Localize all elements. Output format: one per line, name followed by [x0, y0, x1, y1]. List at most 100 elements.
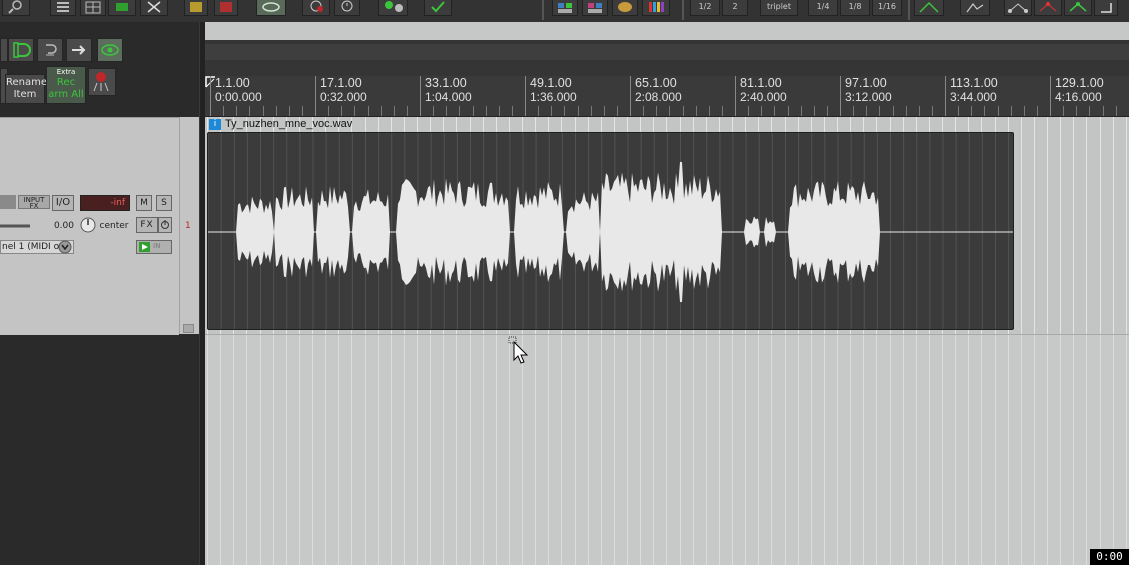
envelope-line-icon[interactable]: [914, 0, 944, 16]
metronome-red-icon[interactable]: [214, 0, 238, 16]
ruler-tick: [1063, 106, 1065, 116]
color-bars-icon[interactable]: [642, 0, 670, 16]
ruler-tick: [511, 106, 513, 116]
ruler-bar-label: 17.1.00: [320, 76, 362, 90]
ruler-tick: [341, 106, 343, 116]
grid-2-button[interactable]: 2: [722, 0, 748, 16]
list-icon[interactable]: [50, 0, 76, 16]
envelope-shape-icon[interactable]: [960, 0, 990, 16]
clock-icon[interactable]: [334, 0, 360, 16]
ruler-tick: [590, 106, 592, 116]
rec-arm-all-button[interactable]: Extra Rec arm All: [46, 66, 86, 104]
color-grid-icon[interactable]: [552, 0, 578, 16]
ruler-tick: [800, 106, 802, 116]
envelope-red-icon[interactable]: [1034, 0, 1062, 16]
eye-green-icon[interactable]: [97, 38, 123, 62]
ruler-marker-line: [1050, 76, 1051, 116]
grid-eighth-button[interactable]: 1/8: [840, 0, 870, 16]
ruler-bar-label: 1.1.00: [215, 76, 250, 90]
rename-item-button[interactable]: Rename Item: [5, 74, 47, 104]
color-grid-2-icon[interactable]: [582, 0, 608, 16]
record-arm-partial[interactable]: [0, 195, 16, 209]
info-green-icon[interactable]: [378, 0, 408, 16]
timeline-ruler[interactable]: 1.1.00 0:00.000 17.1.00 0:32.000 33.1.00 1:04…: [205, 76, 1129, 117]
chevron-down-icon[interactable]: [58, 240, 72, 254]
ruler-time-label: 0:00.000: [215, 90, 262, 104]
extra-label: Extra: [56, 68, 76, 76]
ruler-marker-line: [735, 76, 736, 116]
zoom-icon[interactable]: [2, 0, 30, 16]
ruler-tick: [1036, 106, 1038, 116]
grid-sixteenth-button[interactable]: 1/16: [872, 0, 902, 16]
ruler-tick: [879, 106, 881, 116]
ruler-tick: [826, 106, 828, 116]
ruler-tick: [656, 106, 658, 116]
item-info-icon[interactable]: i: [209, 119, 221, 130]
ruler-tick: [223, 106, 225, 116]
time-display: 0:00: [1090, 549, 1129, 565]
resize-handle[interactable]: [183, 324, 194, 333]
envelope-green-icon[interactable]: [1064, 0, 1092, 16]
toolbar-separator: [542, 0, 544, 20]
level-meter: -inf: [80, 195, 130, 211]
ruler-time-label: 1:04.000: [425, 90, 472, 104]
ruler-tick: [931, 106, 933, 116]
ruler-tick: [682, 106, 684, 116]
snap-green-icon[interactable]: [108, 0, 136, 16]
ruler-tick: [301, 106, 303, 116]
ripple-icon[interactable]: [256, 0, 286, 16]
input-monitor-button[interactable]: IN: [136, 240, 172, 254]
solo-button[interactable]: S: [156, 195, 172, 211]
ruler-tick: [249, 106, 251, 116]
main-toolbar: 1/2 2 triplet 1/4 1/8 1/16: [0, 0, 1129, 23]
corner-icon[interactable]: [1094, 0, 1118, 16]
ruler-time-label: 3:44.000: [950, 90, 997, 104]
ruler-bar-label: 129.1.00: [1055, 76, 1104, 90]
ruler-tick: [406, 106, 408, 116]
check-icon[interactable]: [424, 0, 452, 16]
envelope-points-icon[interactable]: [1004, 0, 1032, 16]
envelope-icon[interactable]: [184, 0, 208, 16]
mouse-cursor-icon: [508, 336, 529, 364]
pan-knob-icon[interactable]: [80, 217, 96, 233]
ruler-tick: [275, 106, 277, 116]
grid-quarter-button[interactable]: 1/4: [808, 0, 838, 16]
empty-area[interactable]: [205, 335, 1129, 565]
volume-slider[interactable]: [0, 219, 30, 233]
fx-button[interactable]: FX: [136, 217, 158, 233]
partial-button[interactable]: [0, 38, 8, 62]
ruler-tick: [708, 106, 710, 116]
ruler-tick: [669, 106, 671, 116]
ruler-tick: [1076, 106, 1078, 116]
scissors-icon[interactable]: [140, 0, 168, 16]
ruler-tick: [761, 106, 763, 116]
ruler-marker-line: [315, 76, 316, 116]
grid-half-button[interactable]: 1/2: [690, 0, 720, 16]
record-arm-icon[interactable]: [88, 68, 116, 96]
ruler-bar-label: 97.1.00: [845, 76, 887, 90]
media-item[interactable]: [207, 132, 1014, 330]
toolbar-separator: [908, 0, 910, 20]
ruler-tick: [367, 106, 369, 116]
arrow-right-icon[interactable]: [66, 38, 92, 62]
record-icon[interactable]: [302, 0, 330, 16]
rec-arm-all-label: Rec arm All: [48, 77, 84, 100]
ruler-tick: [236, 106, 238, 116]
input-fx-button[interactable]: INPUT FX: [18, 195, 50, 210]
ruler-time-label: 0:32.000: [320, 90, 367, 104]
fx-bypass-icon[interactable]: [158, 217, 172, 233]
repeat-icon[interactable]: [37, 38, 63, 62]
io-button[interactable]: I/O: [52, 195, 74, 211]
palette-icon[interactable]: [612, 0, 638, 16]
ruler-marker-line: [420, 76, 421, 116]
mute-button[interactable]: M: [136, 195, 152, 211]
ruler-tick: [892, 106, 894, 116]
grid-triplet-button[interactable]: triplet: [760, 0, 798, 16]
ruler-tick: [905, 106, 907, 116]
volume-value: 0.00: [53, 221, 74, 231]
ruler-time-label: 1:36.000: [530, 90, 577, 104]
region-lane[interactable]: [205, 44, 1129, 60]
ruler-bar-label: 81.1.00: [740, 76, 782, 90]
loop-toggle-icon[interactable]: [8, 38, 34, 62]
grid-icon[interactable]: [80, 0, 106, 16]
